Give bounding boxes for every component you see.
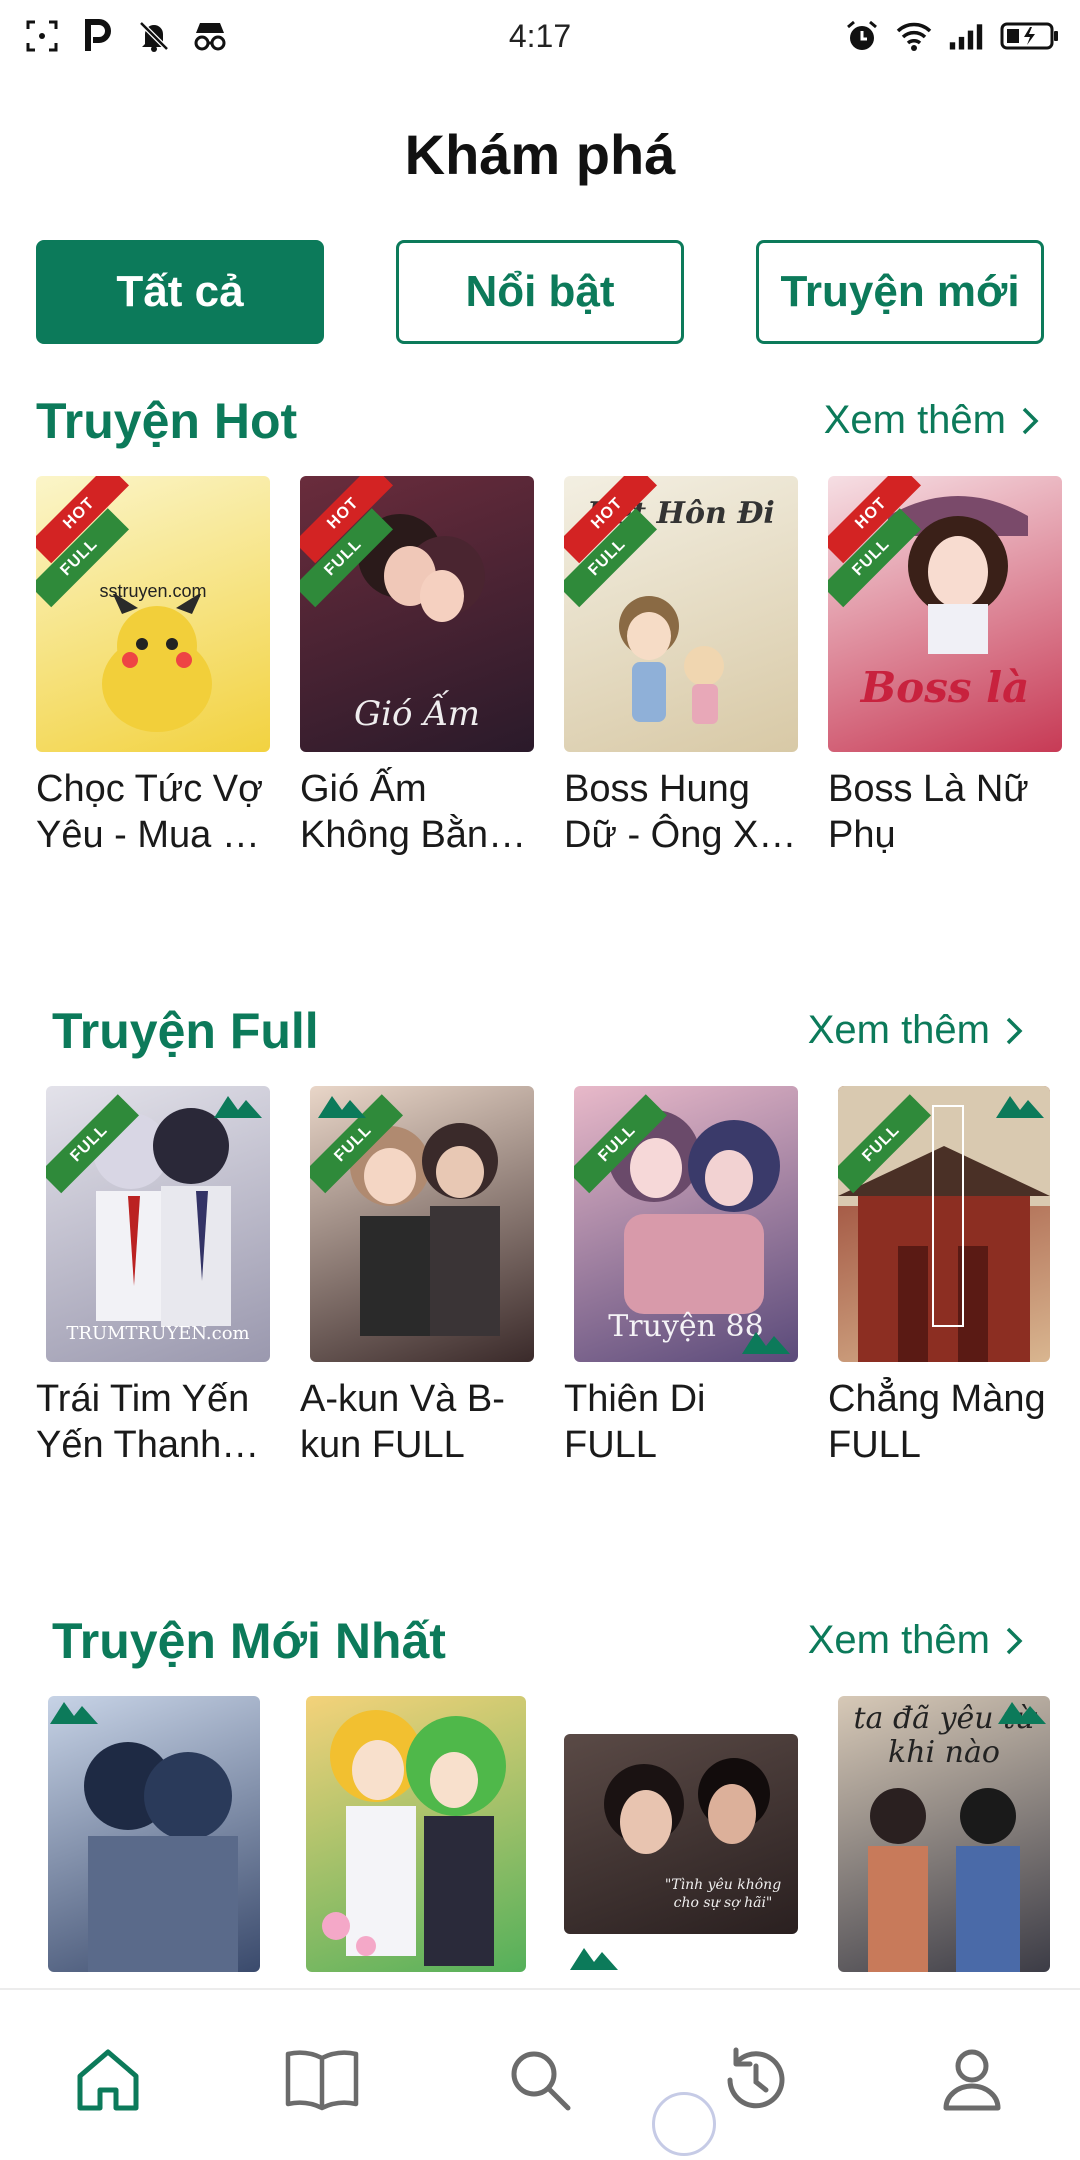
anime-pair-illustration bbox=[322, 1710, 506, 1966]
see-more-label: Xem thêm bbox=[823, 398, 1006, 442]
chevron-right-icon bbox=[1006, 1017, 1023, 1044]
story-title: Boss Hung Dữ - Ông Xã Kết Hôn Đi bbox=[564, 768, 780, 856]
nav-profile[interactable] bbox=[922, 2030, 1022, 2130]
floating-assist-indicator[interactable] bbox=[652, 2092, 716, 2156]
story-cover: Kết Hôn Đi HOT FULL bbox=[564, 476, 798, 752]
nav-home[interactable] bbox=[58, 2030, 158, 2130]
section-hot-stories: Truyện Hot Xem thêm sstruyen.com HOT FUL… bbox=[0, 392, 1080, 872]
tab-featured[interactable]: Nổi bật bbox=[396, 240, 684, 344]
story-cover: Boss là HOT FULL bbox=[828, 476, 1062, 752]
home-icon bbox=[77, 2049, 139, 2111]
bottom-navigation bbox=[0, 1988, 1080, 2160]
palace-illustration bbox=[838, 1086, 1050, 1362]
section-full-stories: Truyện Full Xem thêm TRUMTRUYEN.com FULL… bbox=[0, 1002, 1080, 1482]
story-title: Trái Tim Yến Yến Thanh Thanh bbox=[36, 1378, 250, 1466]
filter-tabs: Tất cả Nổi bật Truyện mới bbox=[36, 240, 1044, 344]
wifi-icon bbox=[896, 18, 932, 54]
story-card[interactable]: Gió Ấm HOT FULL Gió Ấm Không Bằng Anh Th… bbox=[300, 476, 540, 858]
story-cover: FULL bbox=[310, 1086, 534, 1362]
story-card[interactable]: FULL A-kun Và B-kun FULL bbox=[300, 1086, 540, 1468]
source-logo-icon bbox=[318, 1096, 366, 1118]
story-cover: sstruyen.com HOT FULL bbox=[36, 476, 270, 752]
section-newest-stories: Truyện Mới Nhất Xem thêm "Tình yêu không… bbox=[0, 1612, 1080, 1992]
kiss-illustration bbox=[84, 1742, 238, 1972]
story-title: Thiên Di FULL bbox=[564, 1378, 706, 1466]
pikachu-illustration bbox=[102, 594, 212, 732]
nav-library[interactable] bbox=[272, 2030, 372, 2130]
tab-all[interactable]: Tất cả bbox=[36, 240, 324, 344]
section-title: Truyện Mới Nhất bbox=[52, 1613, 446, 1669]
story-cover: Gió Ấm HOT FULL bbox=[300, 476, 534, 752]
nav-history[interactable] bbox=[706, 2030, 806, 2130]
chevron-right-icon bbox=[1022, 407, 1039, 434]
story-title: Chọc Tức Vợ Yêu - Mua 1 Tặng 1 bbox=[36, 768, 264, 856]
story-card[interactable]: TRUMTRUYEN.com FULL Trái Tim Yến Yến Tha… bbox=[36, 1086, 276, 1468]
source-logo-icon bbox=[998, 1702, 1046, 1724]
status-bar: 4:17 bbox=[0, 0, 1080, 76]
story-cover: TRUMTRUYEN.com FULL bbox=[46, 1086, 270, 1362]
story-card[interactable] bbox=[36, 1696, 276, 1972]
story-card[interactable]: Boss là HOT FULL Boss Là Nữ Phụ bbox=[828, 476, 1068, 858]
story-title: Chẳng Màng FULL bbox=[828, 1378, 1046, 1466]
source-logo-icon bbox=[50, 1702, 98, 1724]
story-card[interactable]: sstruyen.com HOT FULL Chọc Tức Vợ Yêu - … bbox=[36, 476, 276, 858]
story-card[interactable]: "Tình yêu không cho sự sợ hãi" bbox=[564, 1696, 804, 1970]
nav-search[interactable] bbox=[490, 2030, 590, 2130]
book-icon bbox=[285, 2050, 359, 2111]
history-icon bbox=[727, 2047, 785, 2109]
alarm-icon bbox=[844, 18, 880, 54]
story-title: Gió Ấm Không Bằng Anh Thâm Tình bbox=[300, 768, 510, 856]
story-cover: "Tình yêu không cho sự sợ hãi" bbox=[564, 1734, 798, 1934]
story-card[interactable]: Truyện 88 FULL Thiên Di FULL bbox=[564, 1086, 804, 1468]
story-card[interactable]: ta đã yêu từ khi nào bbox=[828, 1696, 1068, 1972]
story-carousel: TRUMTRUYEN.com FULL Trái Tim Yến Yến Tha… bbox=[0, 1086, 1080, 1506]
story-card[interactable]: Kết Hôn Đi HOT FULL Boss Hung Dữ - Ông X… bbox=[564, 476, 804, 858]
story-cover: Truyện 88 FULL bbox=[574, 1086, 798, 1362]
see-more-label: Xem thêm bbox=[807, 1008, 990, 1052]
story-carousel: sstruyen.com HOT FULL Chọc Tức Vợ Yêu - … bbox=[0, 476, 1080, 896]
cover-caption: Gió Ấm bbox=[353, 694, 481, 734]
section-title: Truyện Full bbox=[52, 1003, 319, 1059]
status-right-icons bbox=[844, 18, 1060, 54]
signal-icon bbox=[948, 18, 984, 54]
cover-caption: Boss là bbox=[860, 663, 1030, 712]
source-logo-icon bbox=[214, 1096, 262, 1118]
source-logo-icon bbox=[742, 1332, 790, 1354]
chibi-illustration bbox=[619, 596, 724, 724]
battery-charging-icon bbox=[1000, 18, 1060, 54]
story-card[interactable] bbox=[300, 1696, 540, 1972]
story-cover: ta đã yêu từ khi nào bbox=[838, 1696, 1050, 1972]
tab-new[interactable]: Truyện mới bbox=[756, 240, 1044, 344]
story-cover bbox=[306, 1696, 526, 1972]
see-more-link[interactable]: Xem thêm bbox=[824, 398, 1040, 443]
story-title: Boss Là Nữ Phụ bbox=[828, 768, 1029, 856]
story-title: A-kun Và B-kun FULL bbox=[300, 1378, 505, 1466]
section-title: Truyện Hot bbox=[36, 393, 298, 449]
story-cover bbox=[48, 1696, 260, 1972]
user-icon bbox=[943, 2049, 1001, 2111]
cover-caption: "Tình yêu không cho sự sợ hãi" bbox=[664, 1877, 782, 1911]
cover-caption: TRUMTRUYEN.com bbox=[66, 1323, 250, 1344]
see-more-label: Xem thêm bbox=[807, 1618, 990, 1662]
search-icon bbox=[511, 2051, 571, 2111]
story-card[interactable]: FULL Chẳng Màng FULL bbox=[828, 1086, 1068, 1468]
source-logo-icon bbox=[570, 1948, 618, 1970]
story-cover: FULL bbox=[838, 1086, 1050, 1362]
chevron-right-icon bbox=[1006, 1627, 1023, 1654]
see-more-link[interactable]: Xem thêm bbox=[808, 1008, 1024, 1053]
page-title: Khám phá bbox=[404, 123, 676, 186]
see-more-link[interactable]: Xem thêm bbox=[808, 1618, 1024, 1663]
source-logo-icon bbox=[996, 1096, 1044, 1118]
